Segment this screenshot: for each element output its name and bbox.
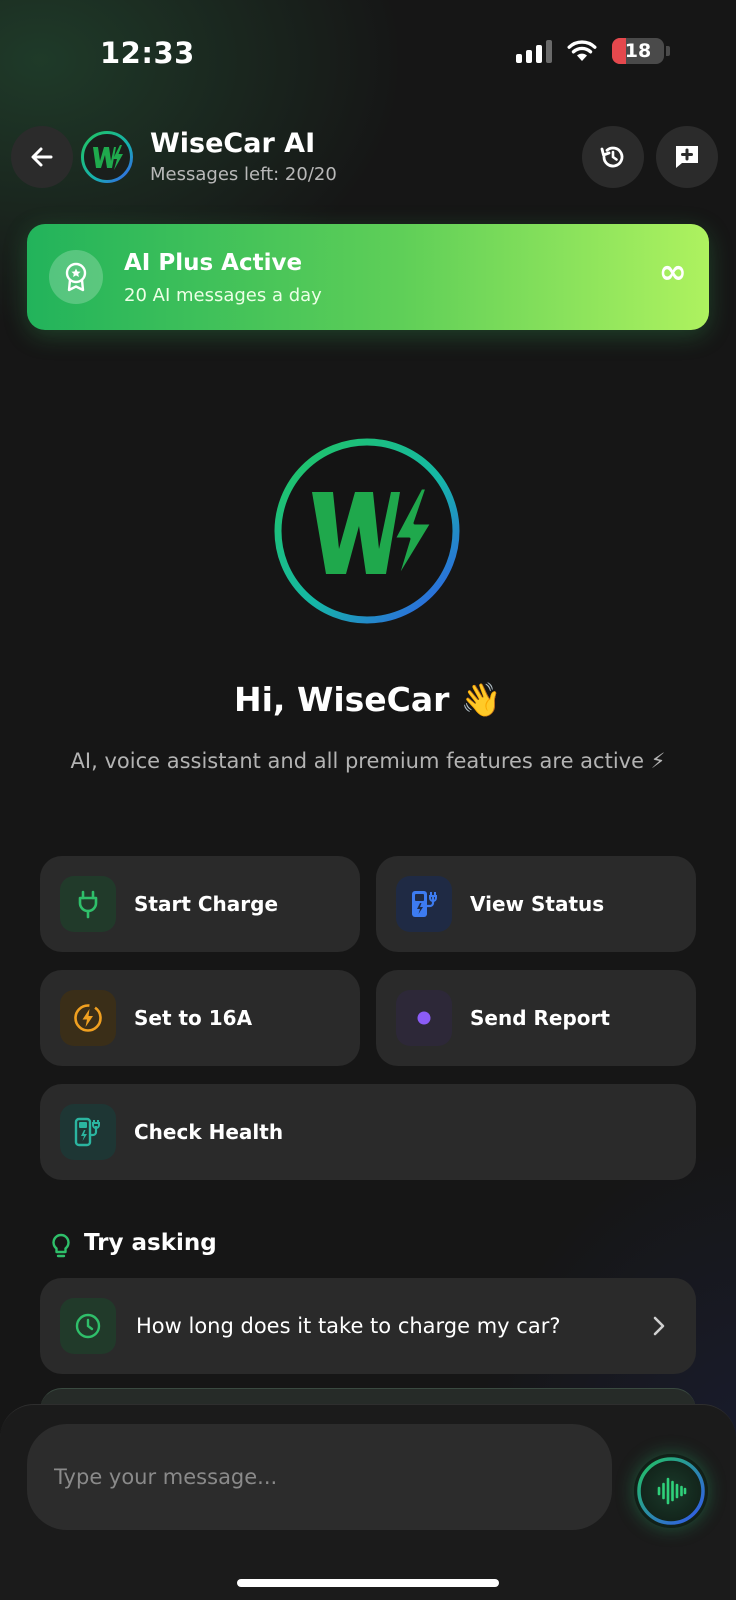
tagline: AI, voice assistant and all premium feat… bbox=[70, 749, 666, 773]
new-chat-button[interactable] bbox=[656, 126, 718, 188]
ai-plus-banner[interactable]: AI Plus Active 20 AI messages a day ∞ bbox=[27, 224, 709, 330]
history-icon bbox=[600, 146, 624, 168]
messages-left: Messages left: 20/20 bbox=[150, 164, 337, 185]
ev-charger-icon bbox=[60, 1104, 116, 1160]
chat-title: WiseCar AI bbox=[150, 128, 316, 159]
arrow-left-icon bbox=[31, 147, 53, 167]
try-asking-title: Try asking bbox=[84, 1230, 217, 1256]
lightbulb-icon bbox=[52, 1233, 70, 1258]
battery-indicator: 18 bbox=[612, 38, 664, 64]
status-icons: 18 bbox=[516, 38, 670, 64]
view-status-button[interactable]: View Status bbox=[376, 856, 696, 952]
plug-icon bbox=[60, 876, 116, 932]
home-indicator bbox=[237, 1579, 499, 1587]
send-report-button[interactable]: Send Report bbox=[376, 970, 696, 1066]
status-time: 12:33 bbox=[100, 36, 195, 70]
set-16a-label: Set to 16A bbox=[134, 1006, 253, 1030]
check-health-label: Check Health bbox=[134, 1120, 284, 1144]
view-status-label: View Status bbox=[470, 892, 605, 916]
suggestion-text: How long does it take to charge my car? bbox=[136, 1314, 561, 1338]
check-health-button[interactable]: Check Health bbox=[40, 1084, 696, 1180]
greeting: Hi, WiseCar 👋 bbox=[233, 680, 503, 719]
wisecar-logo-small bbox=[80, 130, 134, 184]
dot-icon bbox=[396, 990, 452, 1046]
send-report-label: Send Report bbox=[470, 1006, 610, 1030]
wisecar-logo bbox=[274, 438, 460, 624]
back-button[interactable] bbox=[11, 126, 73, 188]
banner-subtitle: 20 AI messages a day bbox=[124, 285, 322, 306]
suggestion-item[interactable]: How long does it take to charge my car? bbox=[40, 1278, 696, 1374]
battery-level: 18 bbox=[624, 40, 652, 62]
charger-status-icon bbox=[396, 876, 452, 932]
banner-title: AI Plus Active bbox=[124, 250, 303, 276]
voice-button[interactable] bbox=[634, 1454, 708, 1528]
history-button[interactable] bbox=[582, 126, 644, 188]
screen: 12:33 18 WiseCar AI Messages left: 20/20… bbox=[0, 0, 736, 1600]
signal-icon bbox=[516, 39, 552, 63]
wifi-icon bbox=[567, 40, 597, 61]
sound-wave-icon bbox=[637, 1457, 705, 1525]
new-chat-icon bbox=[676, 146, 698, 168]
chevron-right-icon bbox=[653, 1316, 665, 1336]
award-badge-icon bbox=[49, 250, 103, 304]
set-16a-button[interactable]: Set to 16A bbox=[40, 970, 360, 1066]
lightning-circle-icon bbox=[60, 990, 116, 1046]
start-charge-label: Start Charge bbox=[134, 892, 279, 916]
message-input[interactable] bbox=[27, 1424, 612, 1530]
infinity-icon: ∞ bbox=[658, 252, 687, 292]
clock-icon bbox=[60, 1298, 116, 1354]
start-charge-button[interactable]: Start Charge bbox=[40, 856, 360, 952]
